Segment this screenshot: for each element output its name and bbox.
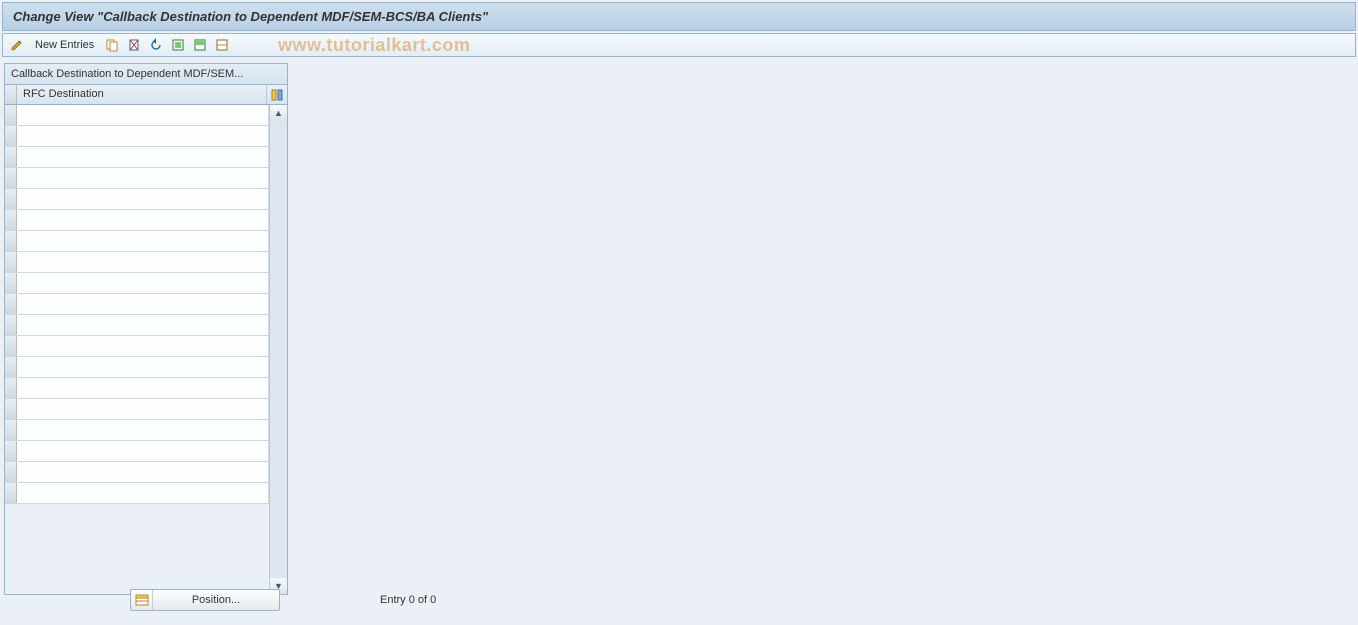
row-selector[interactable] — [5, 378, 17, 398]
table-body: ▲ ▼ — [5, 105, 287, 594]
table-header-row: RFC Destination — [5, 85, 287, 105]
table-row — [5, 462, 269, 483]
watermark: www.tutorialkart.com — [278, 35, 470, 56]
table-row — [5, 399, 269, 420]
table-row — [5, 357, 269, 378]
new-entries-button[interactable]: New Entries — [31, 37, 98, 53]
rfc-destination-cell[interactable] — [17, 126, 269, 146]
table-row — [5, 420, 269, 441]
table-row — [5, 231, 269, 252]
rfc-destination-cell[interactable] — [17, 399, 269, 419]
row-selector[interactable] — [5, 273, 17, 293]
main-empty-area — [292, 63, 1354, 595]
scroll-up-icon[interactable]: ▲ — [270, 105, 287, 121]
table-row — [5, 189, 269, 210]
rfc-destination-cell[interactable] — [17, 189, 269, 209]
rfc-destination-cell[interactable] — [17, 252, 269, 272]
toolbar: New Entries www.tutorialkart.com — [2, 33, 1356, 57]
row-selector[interactable] — [5, 357, 17, 377]
rfc-destination-cell[interactable] — [17, 294, 269, 314]
scroll-track[interactable] — [270, 121, 287, 578]
rfc-destination-cell[interactable] — [17, 168, 269, 188]
page-title: Change View "Callback Destination to Dep… — [13, 9, 488, 24]
copy-as-icon[interactable] — [104, 37, 120, 53]
table-row — [5, 105, 269, 126]
rfc-destination-cell[interactable] — [17, 441, 269, 461]
vertical-scrollbar[interactable]: ▲ ▼ — [269, 105, 287, 594]
row-selector[interactable] — [5, 441, 17, 461]
position-icon — [131, 590, 153, 610]
row-selector[interactable] — [5, 168, 17, 188]
row-selector[interactable] — [5, 462, 17, 482]
rfc-destination-cell[interactable] — [17, 315, 269, 335]
row-selector[interactable] — [5, 420, 17, 440]
rfc-destination-cell[interactable] — [17, 483, 269, 503]
row-selector[interactable] — [5, 315, 17, 335]
rfc-destination-cell[interactable] — [17, 231, 269, 251]
table-row — [5, 252, 269, 273]
row-selector[interactable] — [5, 399, 17, 419]
table-row — [5, 441, 269, 462]
rows-area — [5, 105, 269, 594]
rfc-destination-cell[interactable] — [17, 210, 269, 230]
content-area: Callback Destination to Dependent MDF/SE… — [0, 59, 1358, 599]
row-selector[interactable] — [5, 210, 17, 230]
row-selector[interactable] — [5, 336, 17, 356]
table-row — [5, 126, 269, 147]
row-selector[interactable] — [5, 483, 17, 503]
entry-count-text: Entry 0 of 0 — [380, 594, 436, 606]
rfc-destination-cell[interactable] — [17, 462, 269, 482]
table-row — [5, 315, 269, 336]
table-row — [5, 168, 269, 189]
rfc-destination-cell[interactable] — [17, 105, 269, 125]
row-selector-header[interactable] — [5, 85, 17, 104]
footer-bar: Position... Entry 0 of 0 — [0, 589, 1358, 611]
table-panel: Callback Destination to Dependent MDF/SE… — [4, 63, 288, 595]
row-selector[interactable] — [5, 252, 17, 272]
delete-icon[interactable] — [126, 37, 142, 53]
position-label: Position... — [153, 594, 279, 606]
title-bar: Change View "Callback Destination to Dep… — [2, 2, 1356, 31]
row-selector[interactable] — [5, 231, 17, 251]
rfc-destination-cell[interactable] — [17, 378, 269, 398]
rfc-destination-cell[interactable] — [17, 273, 269, 293]
row-selector[interactable] — [5, 147, 17, 167]
table-row — [5, 147, 269, 168]
table-row — [5, 378, 269, 399]
rfc-destination-cell[interactable] — [17, 420, 269, 440]
table-settings-icon[interactable] — [267, 85, 287, 104]
change-display-icon[interactable] — [9, 37, 25, 53]
rfc-destination-cell[interactable] — [17, 147, 269, 167]
table-row — [5, 294, 269, 315]
rfc-destination-cell[interactable] — [17, 336, 269, 356]
row-selector[interactable] — [5, 294, 17, 314]
row-selector[interactable] — [5, 189, 17, 209]
select-block-icon[interactable] — [192, 37, 208, 53]
row-selector[interactable] — [5, 105, 17, 125]
deselect-all-icon[interactable] — [214, 37, 230, 53]
select-all-icon[interactable] — [170, 37, 186, 53]
rfc-destination-cell[interactable] — [17, 357, 269, 377]
table-row — [5, 483, 269, 504]
table-row — [5, 273, 269, 294]
row-selector[interactable] — [5, 126, 17, 146]
table-row — [5, 336, 269, 357]
panel-title: Callback Destination to Dependent MDF/SE… — [5, 64, 287, 85]
position-button[interactable]: Position... — [130, 589, 280, 611]
table-row — [5, 210, 269, 231]
undo-icon[interactable] — [148, 37, 164, 53]
column-header-rfc[interactable]: RFC Destination — [17, 85, 267, 104]
